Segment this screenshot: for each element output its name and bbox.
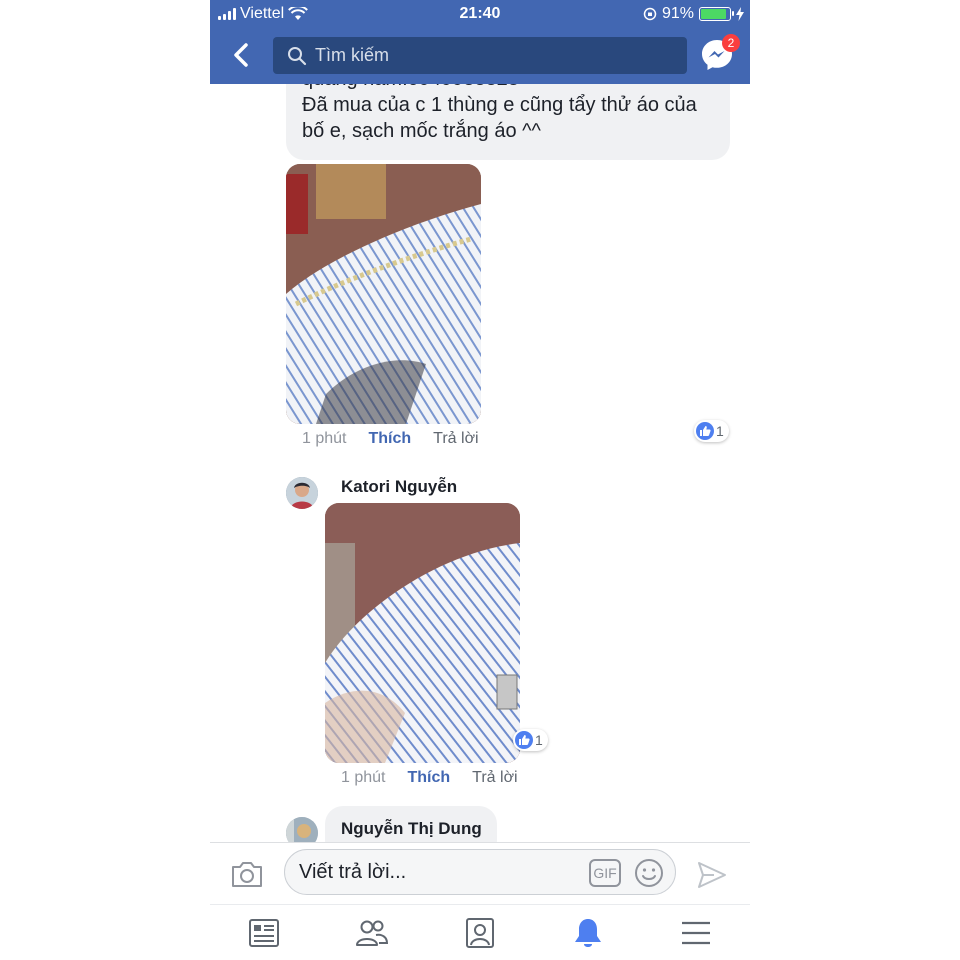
tab-notifications[interactable] (570, 915, 606, 951)
gif-button[interactable]: GIF (589, 859, 621, 887)
reply-input[interactable] (299, 860, 579, 884)
tab-bar (210, 904, 750, 960)
thumbs-up-icon (696, 422, 714, 440)
tab-menu[interactable] (678, 915, 714, 951)
thumbs-up-icon (515, 731, 533, 749)
reply-field[interactable]: GIF (284, 849, 676, 895)
search-bar[interactable] (273, 37, 687, 74)
status-right: 91% (643, 5, 744, 23)
reaction-count[interactable]: 1 (694, 420, 729, 442)
emoji-button[interactable] (633, 857, 665, 889)
comment-text-line: bố e, sạch mốc trắng áo ^^ (302, 120, 541, 142)
charging-icon (736, 7, 744, 21)
tab-profile[interactable] (462, 915, 498, 951)
comment-thread[interactable]: quang ham.0949933323 ^^ Đã mua của c 1 t… (210, 84, 750, 842)
comment-author[interactable]: Nguyễn Thị Dung (341, 819, 482, 839)
comment-text-line: quang ham.0949933323 ^^ (302, 84, 714, 92)
shirt-photo-image (286, 164, 481, 424)
profile-icon (466, 918, 494, 948)
reaction-number: 1 (535, 732, 543, 748)
chevron-left-icon (234, 43, 248, 67)
messenger-badge: 2 (722, 34, 740, 52)
comment-time: 1 phút (302, 430, 347, 447)
comment-actions: 1 phút Thích Trả lời (341, 769, 518, 787)
friends-icon (356, 920, 389, 946)
status-bar: Viettel 21:40 91% (210, 0, 750, 28)
emoji-icon (635, 859, 663, 887)
like-link[interactable]: Thích (368, 430, 411, 448)
comment-author[interactable]: Katori Nguyễn (341, 477, 457, 497)
search-icon (288, 46, 307, 65)
battery-percent: 91% (661, 5, 694, 22)
comment-actions: 1 phút Thích Trả lời (302, 430, 479, 448)
notifications-icon (575, 919, 601, 947)
avatar[interactable] (286, 817, 318, 842)
comment-photo[interactable] (286, 164, 481, 424)
send-button[interactable] (696, 859, 728, 891)
comment-time: 1 phút (341, 769, 386, 786)
tab-news-feed[interactable] (246, 915, 282, 951)
app-screen: Viettel 21:40 91% Tìm kiếm 2 Đã mua của … (210, 0, 750, 960)
like-link[interactable]: Thích (407, 769, 450, 787)
news-feed-icon (249, 919, 279, 947)
comment-text-line: Đã mua của c 1 thùng e cũng tẩy thử áo c… (302, 94, 697, 116)
avatar-image (286, 477, 318, 509)
search-input[interactable] (315, 45, 655, 66)
reaction-number: 1 (716, 423, 724, 439)
shirt-photo-image (325, 503, 520, 763)
reply-link[interactable]: Trả lời (472, 769, 517, 787)
comment-photo[interactable] (325, 503, 520, 763)
battery-icon (699, 7, 734, 21)
send-icon (698, 862, 726, 888)
tab-friends[interactable] (354, 915, 390, 951)
back-button[interactable] (228, 40, 254, 70)
reply-composer: GIF (210, 842, 750, 904)
camera-button[interactable] (230, 859, 264, 889)
avatar-image (286, 817, 318, 842)
reaction-count[interactable]: 1 (513, 729, 548, 751)
menu-icon (682, 921, 710, 945)
comment-bubble: quang ham.0949933323 ^^ Đã mua của c 1 t… (286, 84, 730, 160)
camera-icon (232, 862, 262, 887)
orientation-lock-icon (643, 7, 657, 21)
avatar[interactable] (286, 477, 318, 509)
top-bar: Viettel 21:40 91% Tìm kiếm 2 (210, 0, 750, 84)
reply-link[interactable]: Trả lời (433, 430, 478, 448)
